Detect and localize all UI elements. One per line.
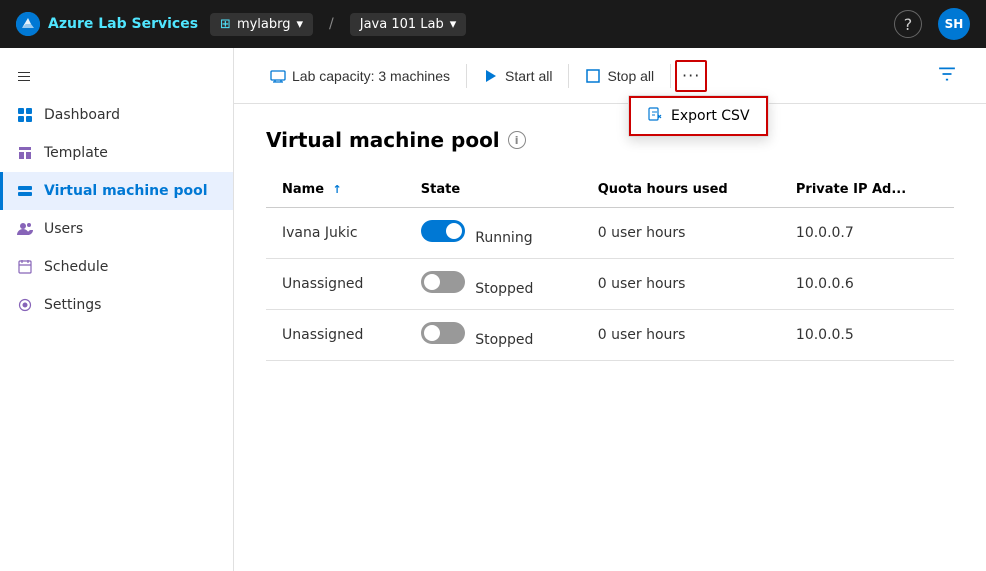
- cell-quota: 0 user hours: [582, 208, 780, 259]
- main-content: Lab capacity: 3 machines Start all Stop …: [234, 48, 986, 571]
- content-area: Virtual machine pool i Name ↑ State: [234, 104, 986, 571]
- breadcrumb-org[interactable]: ⊞ mylabrg ▾: [210, 13, 313, 36]
- col-state[interactable]: State: [405, 172, 582, 208]
- state-toggle[interactable]: [421, 271, 465, 293]
- cell-quota: 0 user hours: [582, 310, 780, 361]
- org-icon: ⊞: [220, 17, 231, 32]
- state-label: Stopped: [475, 332, 533, 348]
- sidebar-item-schedule-label: Schedule: [44, 259, 108, 275]
- page-title: Virtual machine pool i: [266, 128, 954, 152]
- breadcrumb-lab[interactable]: Java 101 Lab ▾: [350, 13, 467, 36]
- sort-asc-icon: ↑: [333, 183, 342, 196]
- table-row: Unassigned Stopped 0 user hours 10.0.0.5: [266, 310, 954, 361]
- state-toggle[interactable]: [421, 220, 465, 242]
- sidebar-collapse-button[interactable]: [0, 56, 233, 96]
- sidebar-item-dashboard-label: Dashboard: [44, 107, 120, 123]
- user-avatar[interactable]: SH: [938, 8, 970, 40]
- schedule-icon: [16, 258, 34, 276]
- state-label: Stopped: [475, 281, 533, 297]
- sidebar-item-users-label: Users: [44, 221, 83, 237]
- filter-button[interactable]: [932, 59, 962, 93]
- cell-name: Unassigned: [266, 310, 405, 361]
- table-row: Unassigned Stopped 0 user hours 10.0.0.6: [266, 259, 954, 310]
- sidebar-item-vm-pool-label: Virtual machine pool: [44, 183, 208, 199]
- chevron-down-icon-lab: ▾: [450, 17, 457, 32]
- chevron-down-icon: ▾: [297, 17, 304, 32]
- sep-2: [568, 64, 569, 88]
- sidebar-item-template[interactable]: Template: [0, 134, 233, 172]
- settings-icon: [16, 296, 34, 314]
- export-csv-icon: [647, 106, 663, 126]
- app-layout: Dashboard Template Virtual machine pool …: [0, 48, 986, 571]
- lab-capacity-button[interactable]: Lab capacity: 3 machines: [258, 62, 462, 90]
- brand-text: Azure Lab Services: [48, 16, 198, 32]
- export-csv-label: Export CSV: [671, 108, 750, 124]
- sidebar-item-settings[interactable]: Settings: [0, 286, 233, 324]
- cell-quota: 0 user hours: [582, 259, 780, 310]
- col-quota[interactable]: Quota hours used: [582, 172, 780, 208]
- toolbar: Lab capacity: 3 machines Start all Stop …: [234, 48, 986, 104]
- logo: Azure Lab Services: [16, 12, 198, 36]
- sidebar-item-schedule[interactable]: Schedule: [0, 248, 233, 286]
- azure-logo-icon: [16, 12, 40, 36]
- cell-name: Unassigned: [266, 259, 405, 310]
- stop-all-button[interactable]: Stop all: [573, 62, 666, 90]
- state-toggle[interactable]: [421, 322, 465, 344]
- cell-name: Ivana Jukic: [266, 208, 405, 259]
- help-button[interactable]: ?: [894, 10, 922, 38]
- dropdown-popup: Export CSV: [628, 95, 769, 137]
- col-ip[interactable]: Private IP Ad...: [780, 172, 954, 208]
- sidebar-item-settings-label: Settings: [44, 297, 101, 313]
- state-label: Running: [475, 230, 532, 246]
- start-all-button[interactable]: Start all: [471, 62, 564, 90]
- sep-3: [670, 64, 671, 88]
- dashboard-icon: [16, 106, 34, 124]
- table-row: Ivana Jukic Running 0 user hours 10.0.0.…: [266, 208, 954, 259]
- export-csv-item[interactable]: Export CSV: [629, 96, 768, 136]
- more-actions-button[interactable]: ···: [675, 60, 707, 92]
- cell-ip: 10.0.0.5: [780, 310, 954, 361]
- top-nav: Azure Lab Services ⊞ mylabrg ▾ / Java 10…: [0, 0, 986, 48]
- sep-1: [466, 64, 467, 88]
- template-icon: [16, 144, 34, 162]
- cell-ip: 10.0.0.6: [780, 259, 954, 310]
- cell-state: Stopped: [405, 259, 582, 310]
- top-nav-right: ? SH: [894, 8, 970, 40]
- vm-pool-icon: [16, 182, 34, 200]
- col-name[interactable]: Name ↑: [266, 172, 405, 208]
- cell-state: Stopped: [405, 310, 582, 361]
- cell-ip: 10.0.0.7: [780, 208, 954, 259]
- cell-state: Running: [405, 208, 582, 259]
- sidebar-item-template-label: Template: [44, 145, 108, 161]
- users-icon: [16, 220, 34, 238]
- vm-pool-table: Name ↑ State Quota hours used Private IP…: [266, 172, 954, 361]
- sidebar-item-dashboard[interactable]: Dashboard: [0, 96, 233, 134]
- breadcrumb-slash: /: [329, 16, 334, 32]
- sidebar: Dashboard Template Virtual machine pool …: [0, 48, 234, 571]
- sidebar-item-vm-pool[interactable]: Virtual machine pool: [0, 172, 233, 210]
- sidebar-item-users[interactable]: Users: [0, 210, 233, 248]
- info-icon[interactable]: i: [508, 131, 526, 149]
